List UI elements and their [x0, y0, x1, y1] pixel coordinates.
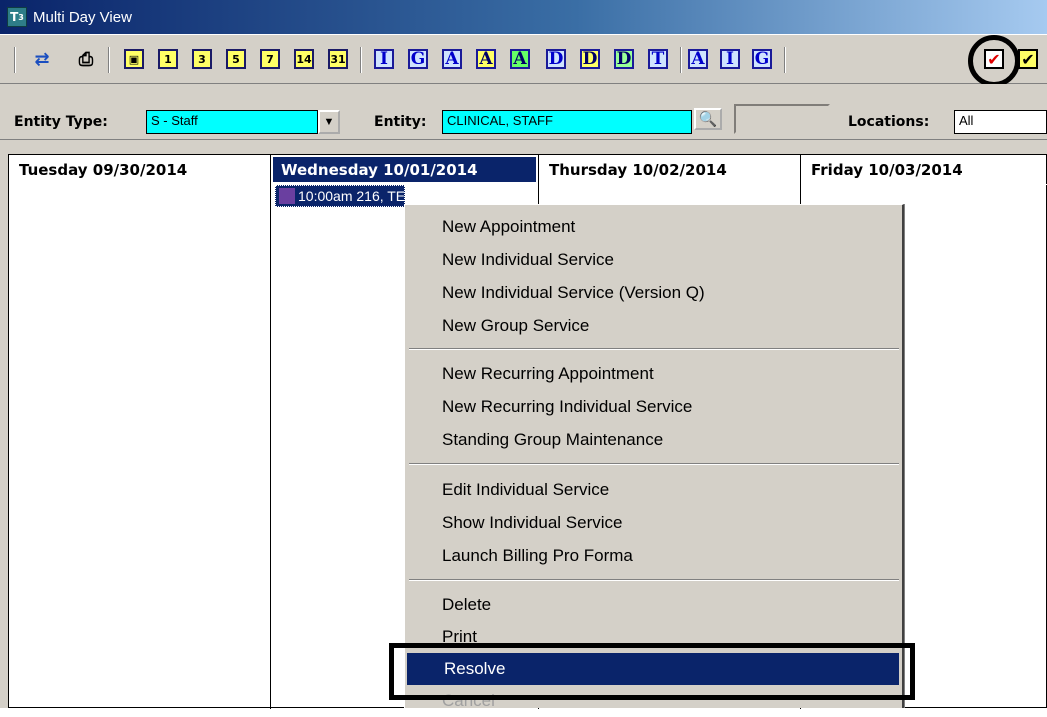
entity-label: Entity: — [374, 114, 427, 130]
view-5-day-button[interactable]: 5 — [226, 49, 246, 69]
appointment-text: 10:00am 216, TEST ME — [298, 188, 405, 204]
filter-d-green-button[interactable]: D — [614, 49, 634, 69]
menu-item-new-group-service[interactable]: New Group Service — [405, 310, 903, 342]
toolbar-separator — [14, 47, 16, 73]
view-1-day-button[interactable]: 1 — [158, 49, 178, 69]
filter-d-yellow-button[interactable]: D — [580, 49, 600, 69]
app-icon-sub: 3 — [18, 12, 24, 22]
appointment-type-icon — [279, 188, 295, 204]
filter-a-yellow-button[interactable]: A — [476, 49, 496, 69]
chevron-down-icon[interactable]: ▼ — [318, 110, 340, 134]
context-menu: New Appointment New Individual Service N… — [404, 204, 904, 710]
menu-item-show-individual-service[interactable]: Show Individual Service — [405, 507, 903, 539]
entity-field[interactable]: CLINICAL, STAFF — [442, 110, 692, 134]
refresh-icon[interactable]: ⇄ — [32, 49, 52, 70]
filter-g2-button[interactable]: G — [752, 49, 772, 69]
day-header[interactable]: Thursday 10/02/2014 — [539, 155, 800, 185]
toolbar-separator — [360, 47, 362, 73]
print-icon[interactable]: ⎙ — [76, 49, 96, 70]
checkbox-icon-2[interactable]: ✔ — [1018, 49, 1038, 69]
entity-type-select[interactable]: S - Staff — [146, 110, 318, 134]
view-3-day-button[interactable]: 3 — [192, 49, 212, 69]
title-bar[interactable]: T3 Multi Day View — [0, 0, 1047, 34]
app-icon-letter: T — [10, 10, 19, 24]
multi-day-view-window: T3 Multi Day View ⇄ ⎙ ▣ 1 3 5 7 14 31 I … — [0, 0, 1047, 710]
menu-item-new-individual-service[interactable]: New Individual Service — [405, 244, 903, 276]
filter-t-button[interactable]: T — [648, 49, 668, 69]
menu-item-delete[interactable]: Delete — [405, 589, 903, 621]
new-appointment-icon[interactable]: ▣ — [124, 49, 144, 69]
entity-detail-box — [734, 104, 830, 134]
toolbar-separator — [108, 47, 110, 73]
filter-a2-button[interactable]: A — [688, 49, 708, 69]
appointment-item[interactable]: 10:00am 216, TEST ME — [275, 185, 405, 207]
menu-item-new-appointment[interactable]: New Appointment — [405, 211, 903, 243]
menu-separator — [409, 463, 899, 465]
entity-type-label: Entity Type: — [14, 114, 108, 130]
day-header[interactable]: Tuesday 09/30/2014 — [9, 155, 270, 185]
menu-item-launch-billing-pro-forma[interactable]: Launch Billing Pro Forma — [405, 540, 903, 572]
toolbar: ⇄ ⎙ ▣ 1 3 5 7 14 31 I G A A A D D D T A … — [0, 34, 1047, 87]
circle-highlight-annotation — [968, 35, 1020, 87]
menu-item-new-recurring-appointment[interactable]: New Recurring Appointment — [405, 358, 903, 390]
view-31-day-button[interactable]: 31 — [328, 49, 348, 69]
locations-label: Locations: — [848, 114, 930, 130]
menu-separator — [409, 579, 899, 581]
view-14-day-button[interactable]: 14 — [294, 49, 314, 69]
app-icon: T3 — [7, 7, 27, 27]
day-column[interactable]: Tuesday 09/30/2014 — [9, 155, 271, 709]
menu-separator — [409, 348, 899, 350]
menu-item-new-recurring-individual-service[interactable]: New Recurring Individual Service — [405, 391, 903, 423]
menu-item-edit-individual-service[interactable]: Edit Individual Service — [405, 474, 903, 506]
locations-field[interactable]: All — [954, 110, 1047, 134]
day-header[interactable]: Friday 10/03/2014 — [801, 155, 1047, 185]
toolbar-separator — [680, 47, 682, 73]
view-7-day-button[interactable]: 7 — [260, 49, 280, 69]
filter-a-green-button[interactable]: A — [510, 49, 530, 69]
search-icon[interactable]: 🔍 — [694, 108, 722, 130]
menu-item-standing-group-maintenance[interactable]: Standing Group Maintenance — [405, 424, 903, 456]
rectangle-highlight-annotation — [389, 643, 915, 700]
day-header-selected[interactable]: Wednesday 10/01/2014 — [273, 157, 536, 183]
filter-a-button[interactable]: A — [442, 49, 462, 69]
filter-i-button[interactable]: I — [374, 49, 394, 69]
window-title: Multi Day View — [33, 8, 132, 26]
toolbar-separator — [784, 47, 786, 73]
filter-bar: Entity Type: S - Staff ▼ Entity: CLINICA… — [0, 84, 1047, 140]
filter-d-button[interactable]: D — [546, 49, 566, 69]
filter-g-button[interactable]: G — [408, 49, 428, 69]
filter-i2-button[interactable]: I — [720, 49, 740, 69]
menu-item-new-individual-service-q[interactable]: New Individual Service (Version Q) — [405, 277, 903, 309]
